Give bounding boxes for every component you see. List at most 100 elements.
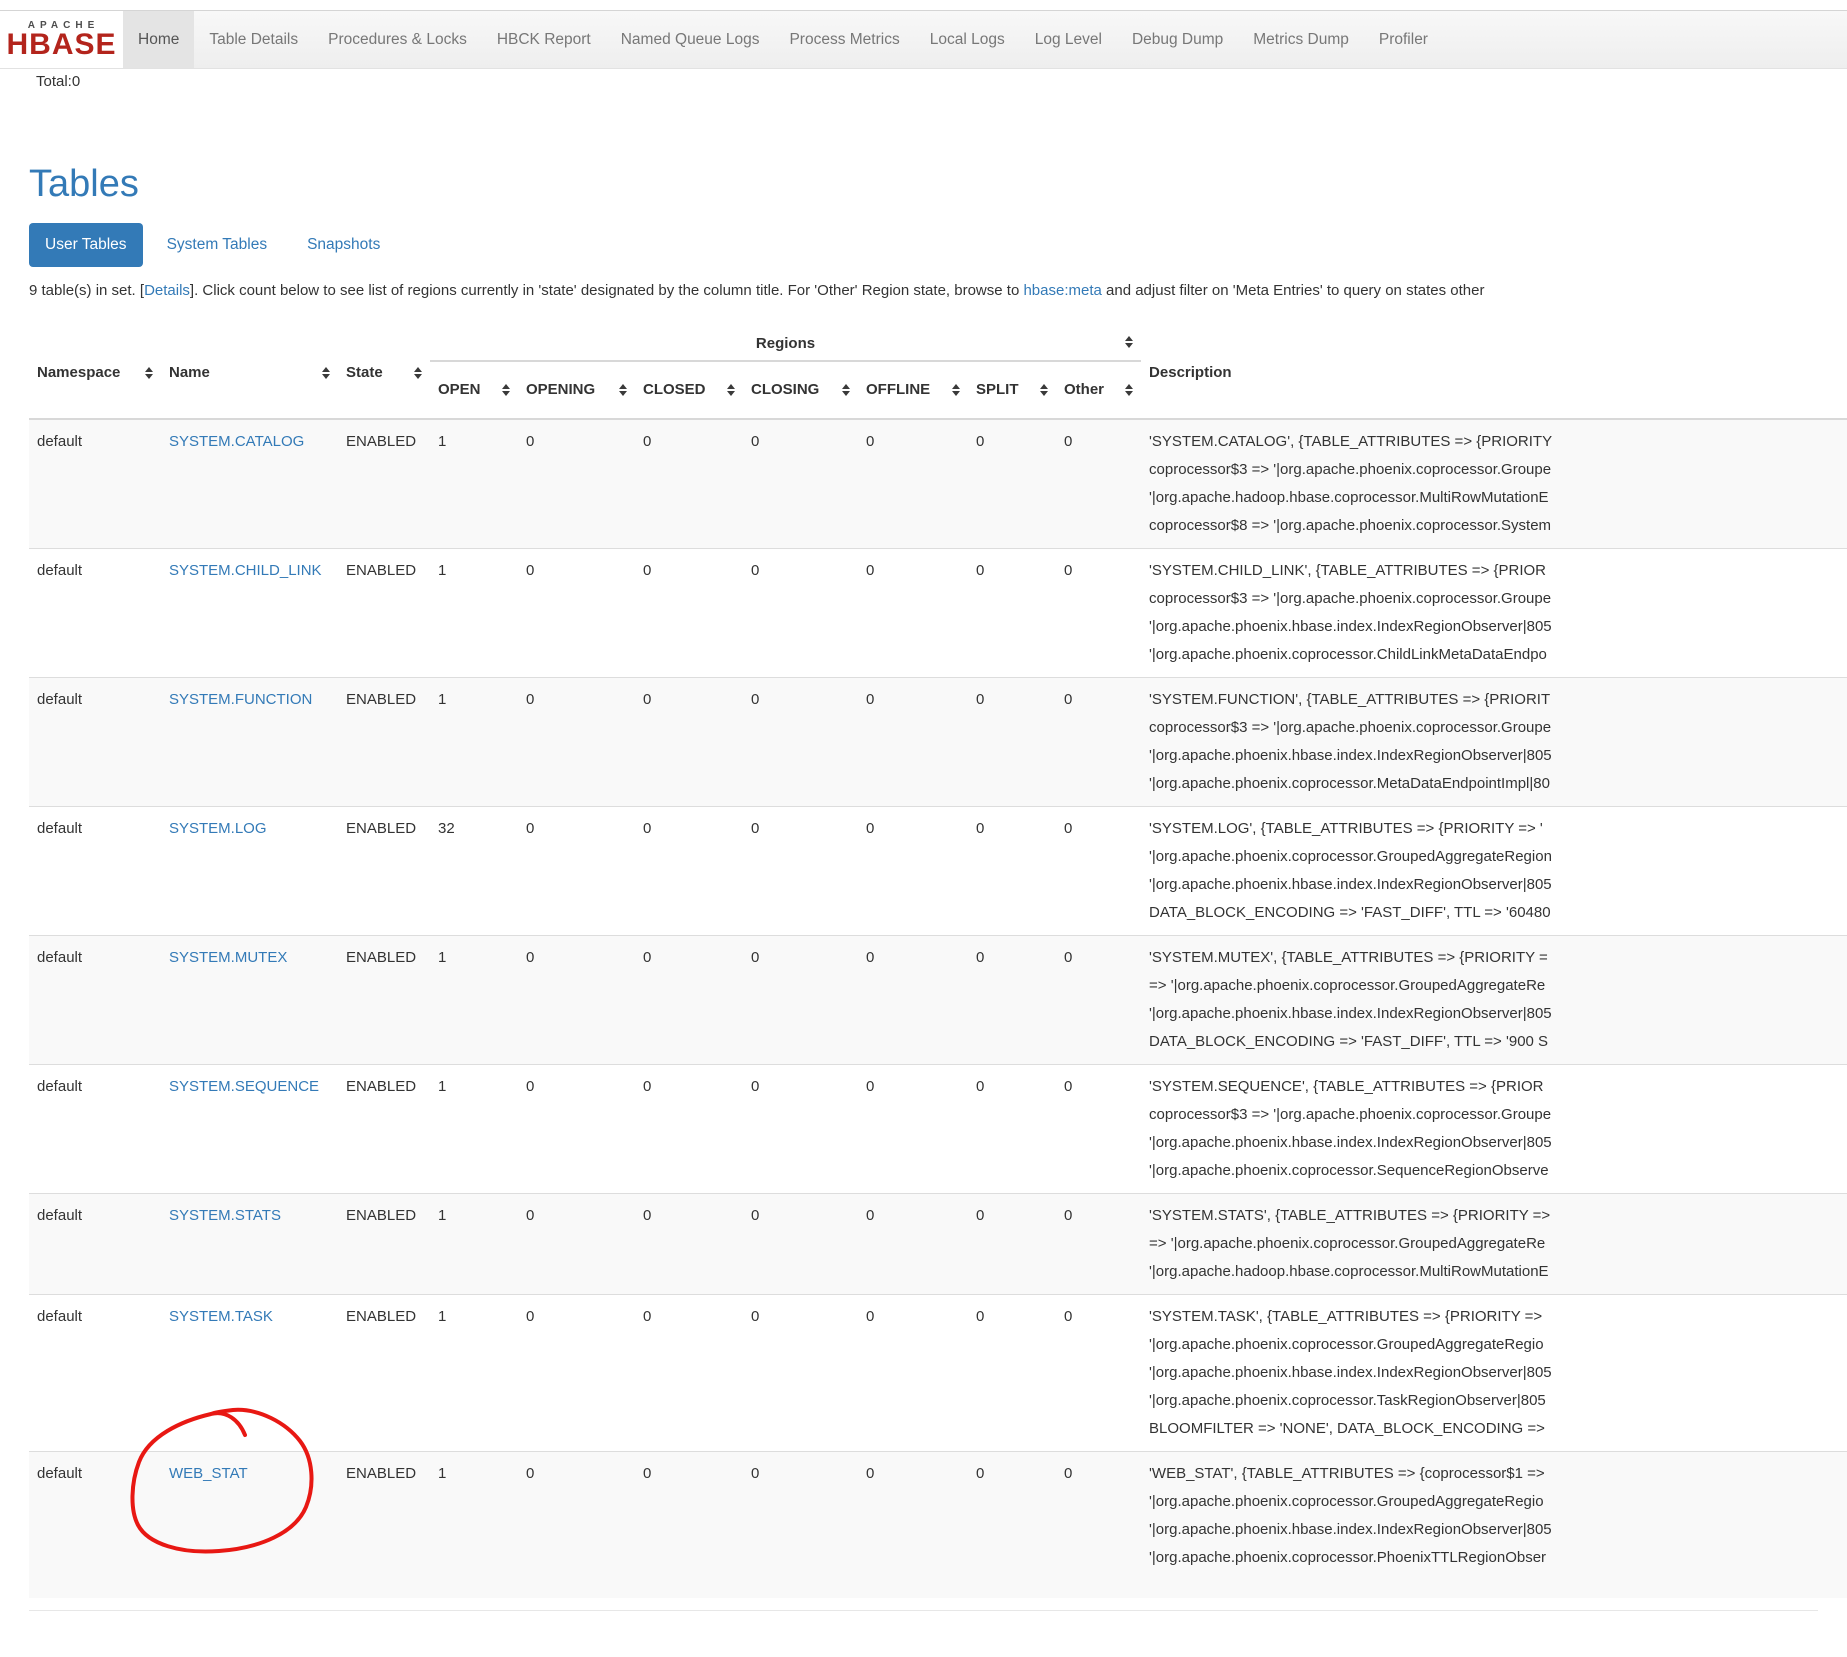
nav-item-debug-dump[interactable]: Debug Dump xyxy=(1117,11,1238,68)
nav-item-hbck-report[interactable]: HBCK Report xyxy=(482,11,606,68)
nav-item-local-logs[interactable]: Local Logs xyxy=(915,11,1020,68)
closed-count-cell[interactable]: 0 xyxy=(635,936,743,1065)
nav-item-profiler[interactable]: Profiler xyxy=(1364,11,1443,68)
open-count-cell[interactable]: 1 xyxy=(430,1194,518,1295)
sort-icon[interactable] xyxy=(727,384,735,396)
table-name-link-system-sequence[interactable]: SYSTEM.SEQUENCE xyxy=(169,1078,319,1095)
nav-item-table-details[interactable]: Table Details xyxy=(194,11,313,68)
open-count-cell[interactable]: 32 xyxy=(430,807,518,936)
sort-icon[interactable] xyxy=(842,384,850,396)
offline-count-cell[interactable]: 0 xyxy=(858,1194,968,1295)
other-count-cell[interactable]: 0 xyxy=(1056,1295,1141,1452)
table-name-link-system-catalog[interactable]: SYSTEM.CATALOG xyxy=(169,433,304,450)
region-state-header-open[interactable]: OPEN xyxy=(430,361,518,419)
table-name-link-system-stats[interactable]: SYSTEM.STATS xyxy=(169,1207,281,1224)
offline-count-cell[interactable]: 0 xyxy=(858,549,968,678)
split-count-cell[interactable]: 0 xyxy=(968,549,1056,678)
closing-count-cell[interactable]: 0 xyxy=(743,936,858,1065)
column-header-state[interactable]: State xyxy=(338,320,430,419)
tab-snapshots[interactable]: Snapshots xyxy=(291,223,396,267)
tab-user-tables[interactable]: User Tables xyxy=(29,223,143,267)
offline-count-cell[interactable]: 0 xyxy=(858,936,968,1065)
other-count-cell[interactable]: 0 xyxy=(1056,1065,1141,1194)
offline-count-cell[interactable]: 0 xyxy=(858,678,968,807)
closed-count-cell[interactable]: 0 xyxy=(635,1065,743,1194)
offline-count-cell[interactable]: 0 xyxy=(858,807,968,936)
offline-count-cell[interactable]: 0 xyxy=(858,419,968,549)
table-name-link-web-stat[interactable]: WEB_STAT xyxy=(169,1465,248,1482)
other-count-cell[interactable]: 0 xyxy=(1056,678,1141,807)
opening-count-cell[interactable]: 0 xyxy=(518,807,635,936)
opening-count-cell[interactable]: 0 xyxy=(518,936,635,1065)
region-state-header-split[interactable]: SPLIT xyxy=(968,361,1056,419)
tab-system-tables[interactable]: System Tables xyxy=(151,223,284,267)
sort-icon[interactable] xyxy=(145,367,153,379)
region-state-header-closing[interactable]: CLOSING xyxy=(743,361,858,419)
split-count-cell[interactable]: 0 xyxy=(968,936,1056,1065)
closed-count-cell[interactable]: 0 xyxy=(635,419,743,549)
closed-count-cell[interactable]: 0 xyxy=(635,1295,743,1452)
offline-count-cell[interactable]: 0 xyxy=(858,1452,968,1599)
other-count-cell[interactable]: 0 xyxy=(1056,1452,1141,1599)
nav-item-log-level[interactable]: Log Level xyxy=(1020,11,1117,68)
offline-count-cell[interactable]: 0 xyxy=(858,1065,968,1194)
region-state-header-opening[interactable]: OPENING xyxy=(518,361,635,419)
opening-count-cell[interactable]: 0 xyxy=(518,1295,635,1452)
split-count-cell[interactable]: 0 xyxy=(968,1065,1056,1194)
closing-count-cell[interactable]: 0 xyxy=(743,1194,858,1295)
open-count-cell[interactable]: 1 xyxy=(430,1295,518,1452)
split-count-cell[interactable]: 0 xyxy=(968,1452,1056,1599)
column-header-namespace[interactable]: Namespace xyxy=(29,320,161,419)
other-count-cell[interactable]: 0 xyxy=(1056,419,1141,549)
sort-icon[interactable] xyxy=(322,367,330,379)
nav-item-home[interactable]: Home xyxy=(123,11,194,68)
sort-icon[interactable] xyxy=(952,384,960,396)
closing-count-cell[interactable]: 0 xyxy=(743,1452,858,1599)
split-count-cell[interactable]: 0 xyxy=(968,1295,1056,1452)
nav-item-named-queue-logs[interactable]: Named Queue Logs xyxy=(606,11,775,68)
other-count-cell[interactable]: 0 xyxy=(1056,1194,1141,1295)
split-count-cell[interactable]: 0 xyxy=(968,1194,1056,1295)
open-count-cell[interactable]: 1 xyxy=(430,1065,518,1194)
nav-item-process-metrics[interactable]: Process Metrics xyxy=(774,11,914,68)
sort-icon[interactable] xyxy=(502,384,510,396)
table-name-link-system-mutex[interactable]: SYSTEM.MUTEX xyxy=(169,949,287,966)
closed-count-cell[interactable]: 0 xyxy=(635,807,743,936)
split-count-cell[interactable]: 0 xyxy=(968,807,1056,936)
split-count-cell[interactable]: 0 xyxy=(968,678,1056,807)
open-count-cell[interactable]: 1 xyxy=(430,1452,518,1599)
column-header-name[interactable]: Name xyxy=(161,320,338,419)
opening-count-cell[interactable]: 0 xyxy=(518,1194,635,1295)
nav-item-metrics-dump[interactable]: Metrics Dump xyxy=(1238,11,1364,68)
opening-count-cell[interactable]: 0 xyxy=(518,1452,635,1599)
details-link[interactable]: Details xyxy=(144,282,190,299)
table-name-link-system-log[interactable]: SYSTEM.LOG xyxy=(169,820,267,837)
closing-count-cell[interactable]: 0 xyxy=(743,807,858,936)
hbase-meta-link[interactable]: hbase:meta xyxy=(1023,282,1101,299)
sort-icon[interactable] xyxy=(619,384,627,396)
hbase-logo[interactable]: APACHE HBASE xyxy=(0,11,123,68)
split-count-cell[interactable]: 0 xyxy=(968,419,1056,549)
opening-count-cell[interactable]: 0 xyxy=(518,678,635,807)
closed-count-cell[interactable]: 0 xyxy=(635,1452,743,1599)
closing-count-cell[interactable]: 0 xyxy=(743,549,858,678)
closing-count-cell[interactable]: 0 xyxy=(743,678,858,807)
opening-count-cell[interactable]: 0 xyxy=(518,1065,635,1194)
nav-item-procedures-locks[interactable]: Procedures & Locks xyxy=(313,11,482,68)
table-name-link-system-function[interactable]: SYSTEM.FUNCTION xyxy=(169,691,312,708)
open-count-cell[interactable]: 1 xyxy=(430,936,518,1065)
closed-count-cell[interactable]: 0 xyxy=(635,678,743,807)
region-state-header-other[interactable]: Other xyxy=(1056,361,1141,419)
other-count-cell[interactable]: 0 xyxy=(1056,807,1141,936)
sort-icon[interactable] xyxy=(414,367,422,379)
sort-icon[interactable] xyxy=(1125,384,1133,396)
other-count-cell[interactable]: 0 xyxy=(1056,549,1141,678)
offline-count-cell[interactable]: 0 xyxy=(858,1295,968,1452)
closed-count-cell[interactable]: 0 xyxy=(635,1194,743,1295)
closing-count-cell[interactable]: 0 xyxy=(743,1295,858,1452)
open-count-cell[interactable]: 1 xyxy=(430,419,518,549)
open-count-cell[interactable]: 1 xyxy=(430,549,518,678)
region-state-header-closed[interactable]: CLOSED xyxy=(635,361,743,419)
table-name-link-system-child-link[interactable]: SYSTEM.CHILD_LINK xyxy=(169,562,322,579)
column-header-regions-group[interactable]: Regions xyxy=(430,320,1141,361)
